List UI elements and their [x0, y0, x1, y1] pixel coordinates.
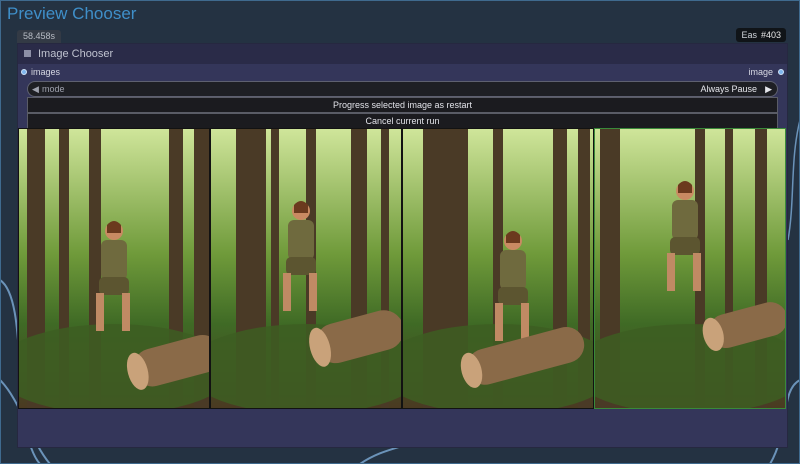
image-thumbnail[interactable]	[594, 128, 786, 409]
execution-time-badge: 58.458s	[17, 30, 62, 43]
image-chooser-node[interactable]: Image Chooser images image ◀ mode Always…	[17, 43, 788, 448]
cancel-button[interactable]: Cancel current run	[27, 113, 778, 129]
output-slot-label: image	[748, 67, 773, 77]
node-id-badge: Eas #403	[736, 28, 786, 42]
ease-label: Eas	[741, 30, 757, 40]
forest-photo	[211, 129, 401, 408]
mode-label: mode	[42, 84, 65, 94]
forest-photo	[19, 129, 209, 408]
right-arrow-icon[interactable]: ▶	[765, 82, 772, 96]
collapse-icon[interactable]	[24, 50, 31, 57]
progress-button[interactable]: Progress selected image as restart	[27, 97, 778, 113]
node-id: #403	[760, 30, 781, 40]
mode-value: Always Pause	[700, 84, 757, 94]
input-slot-dot-icon[interactable]	[21, 69, 27, 75]
image-gallery	[18, 128, 787, 409]
node-title: Image Chooser	[38, 48, 114, 60]
slot-row: images image	[18, 67, 787, 79]
image-thumbnail[interactable]	[18, 128, 210, 409]
left-arrow-icon[interactable]: ◀	[32, 82, 39, 96]
forest-photo	[595, 129, 785, 408]
image-thumbnail[interactable]	[210, 128, 402, 409]
image-thumbnail[interactable]	[402, 128, 594, 409]
forest-photo	[403, 129, 593, 408]
group-title: Preview Chooser	[7, 4, 137, 23]
input-slot-label: images	[31, 67, 61, 77]
mode-combo[interactable]: ◀ mode Always Pause ▶	[27, 81, 778, 97]
node-header[interactable]: Image Chooser	[18, 44, 787, 64]
output-slot-dot-icon[interactable]	[778, 69, 784, 75]
